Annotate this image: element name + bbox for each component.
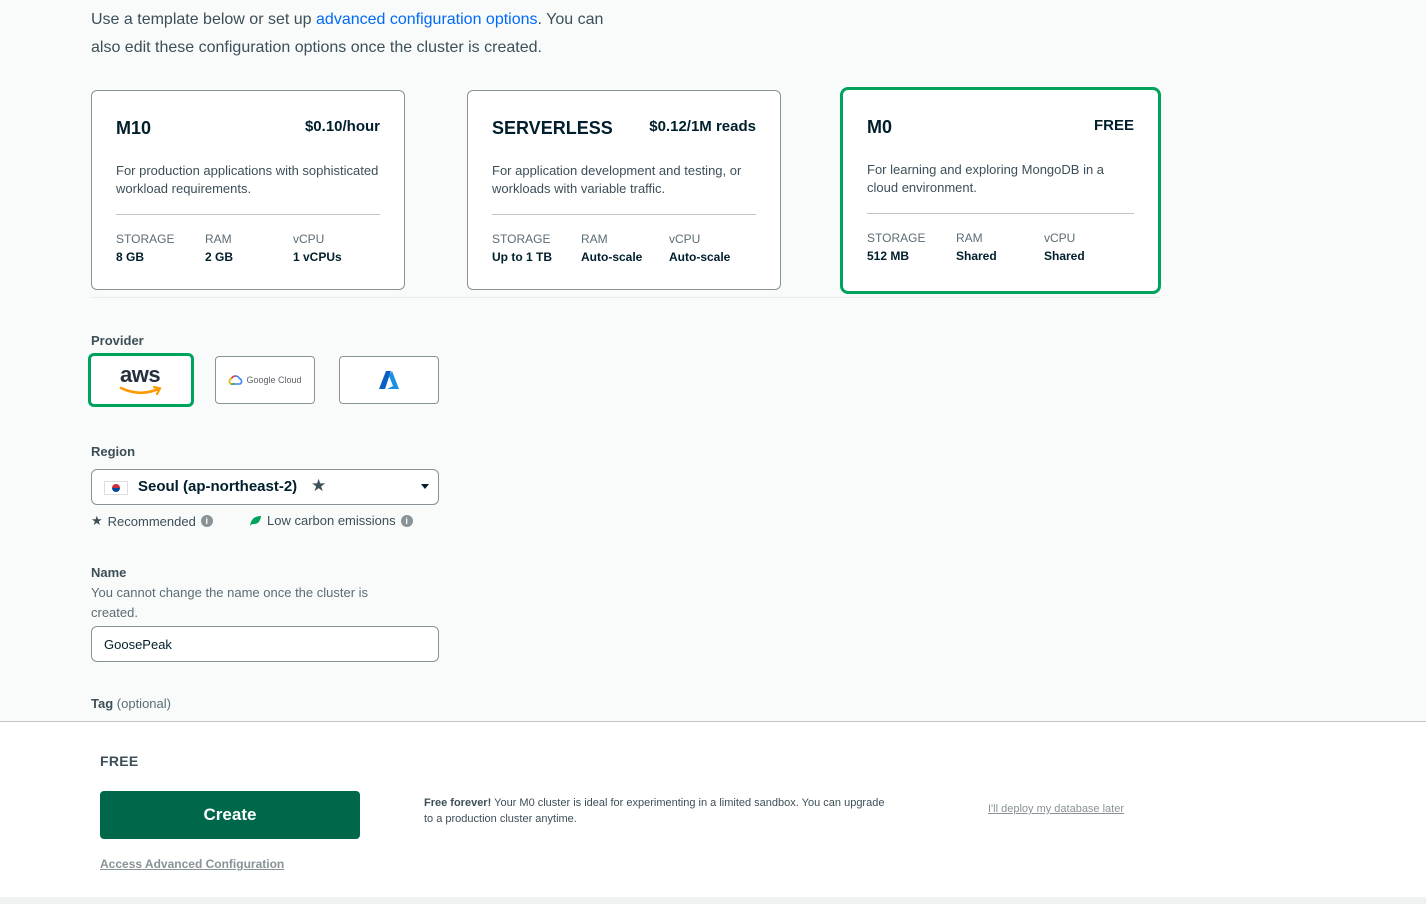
spec-key: vCPU	[293, 232, 325, 246]
south-korea-flag-icon	[104, 481, 128, 495]
spec-value: 8 GB	[116, 250, 145, 264]
free-tier-note: Free forever! Your M0 cluster is ideal f…	[424, 795, 894, 827]
create-button[interactable]: Create	[100, 791, 360, 839]
spec-vcpu: vCPU 1 vCPUs	[293, 232, 342, 264]
spec-vcpu: vCPU Shared	[1044, 231, 1085, 263]
free-tier-note-text: Your M0 cluster is ideal for experimenti…	[424, 797, 885, 825]
bottom-strip	[0, 897, 1426, 904]
info-icon[interactable]: i	[400, 514, 413, 527]
spec-ram: RAM Shared	[956, 231, 997, 263]
divider	[867, 213, 1134, 214]
free-forever-text: Free forever!	[424, 797, 492, 809]
tier-price: $0.10/hour	[304, 118, 380, 135]
name-label: Name	[91, 565, 127, 580]
tag-label-text: Tag	[91, 696, 114, 711]
spec-value: 1 vCPUs	[293, 250, 342, 264]
tier-card-m0[interactable]: M0 FREE For learning and exploring Mongo…	[840, 87, 1161, 294]
tier-price: FREE	[1093, 117, 1134, 134]
spec-value: Auto-scale	[581, 250, 643, 264]
spec-value: Shared	[1044, 249, 1085, 263]
spec-value: 2 GB	[205, 250, 234, 264]
recommended-star-icon: ★	[311, 476, 327, 495]
provider-azure-button[interactable]	[339, 356, 439, 404]
tier-name: SERVERLESS	[492, 118, 613, 138]
deploy-later-link[interactable]: I'll deploy my database later	[988, 803, 1124, 815]
spec-key: vCPU	[669, 232, 701, 246]
spec-key: STORAGE	[116, 232, 175, 246]
azure-logo-icon	[379, 371, 399, 389]
tier-name: M0	[867, 117, 893, 137]
tier-card-m10[interactable]: M10 $0.10/hour For production applicatio…	[91, 90, 405, 290]
spec-key: RAM	[581, 232, 608, 246]
aws-logo-icon: aws	[118, 362, 164, 396]
aws-logo-text: aws	[120, 362, 161, 387]
spec-storage: STORAGE 512 MB	[867, 231, 925, 263]
tag-label: Tag (optional)	[91, 696, 171, 711]
provider-label: Provider	[91, 333, 144, 348]
advanced-configuration-link[interactable]: advanced configuration options	[316, 11, 538, 28]
tag-optional-text: (optional)	[116, 696, 171, 711]
google-cloud-logo-text: Google Cloud	[246, 375, 302, 385]
create-footer: FREE Create Access Advanced Configuratio…	[0, 721, 1426, 898]
spec-value: 512 MB	[867, 249, 910, 263]
recommended-legend: ★ Recommended i	[91, 513, 213, 529]
region-selected-value: Seoul (ap-northeast-2)	[138, 478, 298, 495]
spec-key: vCPU	[1044, 231, 1076, 245]
provider-aws-button[interactable]: aws	[88, 353, 194, 407]
spec-value: Up to 1 TB	[492, 250, 552, 264]
intro-text: Use a template below or set up advanced …	[91, 6, 631, 62]
tier-description: For production applications with sophist…	[116, 163, 379, 196]
region-select[interactable]: Seoul (ap-northeast-2) ★	[91, 469, 439, 505]
intro-text-before: Use a template below or set up	[91, 11, 317, 28]
section-divider	[91, 297, 1161, 298]
tier-description: For application development and testing,…	[492, 163, 742, 196]
low-carbon-text: Low carbon emissions	[267, 513, 396, 528]
leaf-icon	[250, 515, 261, 526]
spec-key: RAM	[956, 231, 983, 245]
google-cloud-logo-icon: Google Cloud	[228, 375, 302, 385]
tier-name: M10	[116, 118, 152, 138]
low-carbon-legend: Low carbon emissions i	[249, 513, 413, 528]
access-advanced-configuration-link[interactable]: Access Advanced Configuration	[100, 857, 284, 871]
cluster-name-input[interactable]	[91, 626, 439, 662]
spec-ram: RAM Auto-scale	[581, 232, 642, 264]
spec-key: STORAGE	[867, 231, 926, 245]
region-label: Region	[91, 444, 136, 459]
divider	[116, 214, 380, 215]
provider-google-cloud-button[interactable]: Google Cloud	[215, 356, 315, 404]
spec-value: Shared	[956, 249, 997, 263]
selected-tier-label: FREE	[100, 753, 139, 769]
spec-vcpu: vCPU Auto-scale	[669, 232, 730, 264]
chevron-down-icon	[421, 484, 429, 489]
divider	[492, 214, 756, 215]
spec-value: Auto-scale	[669, 250, 731, 264]
tier-description: For learning and exploring MongoDB in a …	[867, 162, 1105, 195]
tier-price: $0.12/1M reads	[649, 118, 756, 135]
info-icon[interactable]: i	[200, 515, 213, 527]
spec-storage: STORAGE 8 GB	[116, 232, 174, 264]
spec-key: RAM	[205, 232, 232, 246]
tier-card-serverless[interactable]: SERVERLESS $0.12/1M reads For applicatio…	[467, 90, 781, 290]
spec-ram: RAM 2 GB	[205, 232, 233, 264]
spec-key: STORAGE	[492, 232, 551, 246]
star-icon: ★	[91, 513, 103, 528]
recommended-text: Recommended	[107, 513, 196, 529]
name-help-text: You cannot change the name once the clus…	[91, 585, 369, 620]
spec-storage: STORAGE Up to 1 TB	[492, 232, 552, 264]
